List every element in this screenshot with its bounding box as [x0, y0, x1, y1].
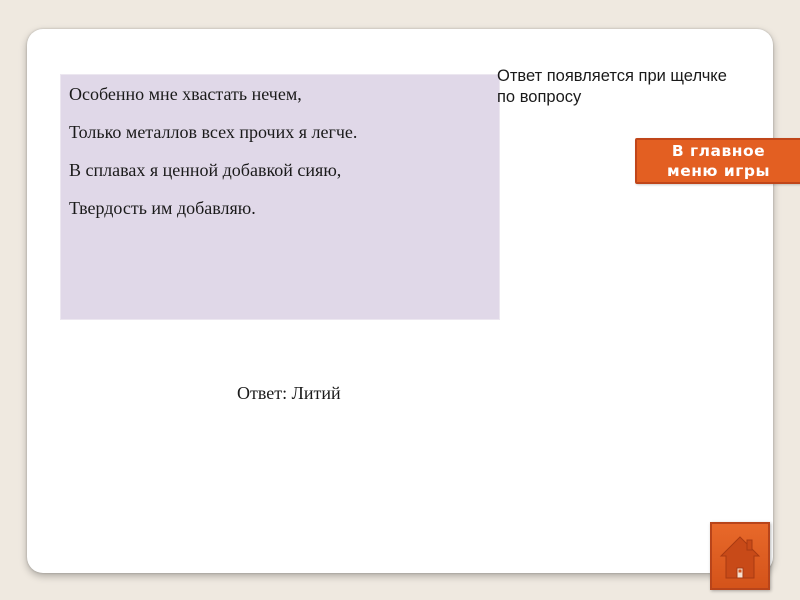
main-menu-button-label-line1: В главное	[671, 142, 766, 160]
main-menu-button[interactable]: В главное меню игры	[635, 138, 800, 184]
hint-text: Ответ появляется при щелчке по вопросу	[497, 67, 727, 106]
question-line: В сплавах я ценной добавкой сияю,	[69, 160, 342, 180]
question-line: Только металлов всех прочих я легче.	[69, 122, 358, 142]
question-line: Твердость им добавляю.	[69, 198, 256, 218]
home-button[interactable]	[710, 522, 770, 590]
question-line: Особенно мне хвастать нечем,	[69, 84, 302, 104]
question-box[interactable]: Особенно мне хвастать нечем, Только мета…	[60, 74, 500, 320]
home-icon	[719, 536, 761, 579]
main-menu-button-label-line2: меню игры	[667, 162, 770, 180]
answer-text: Ответ: Литий	[237, 383, 341, 403]
